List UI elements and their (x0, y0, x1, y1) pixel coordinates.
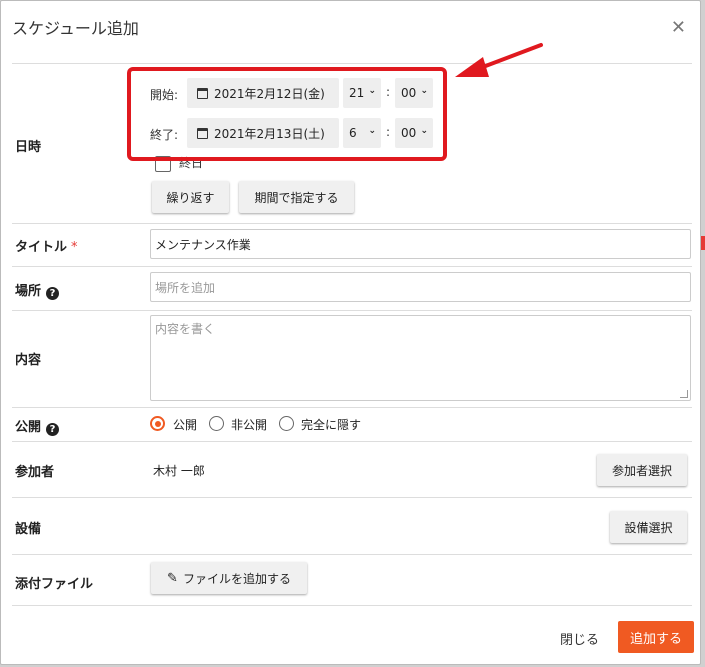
dialog-title: スケジュール追加 (12, 19, 139, 38)
background-marker (701, 236, 705, 250)
annotation-arrow-icon (455, 43, 543, 77)
divider (12, 605, 692, 606)
divider (12, 223, 692, 224)
radio-public-label: 公開 (173, 418, 198, 432)
participant-name: 木村 一郎 (153, 464, 205, 478)
help-icon[interactable]: ? (46, 287, 60, 300)
divider (12, 266, 692, 267)
visibility-label-text: 公開 (15, 420, 42, 435)
period-button[interactable]: 期間で指定する (239, 181, 354, 213)
title-label-text: タイトル (15, 240, 68, 255)
title-label: タイトル * (15, 236, 78, 255)
divider (12, 441, 692, 442)
repeat-button[interactable]: 繰り返す (152, 181, 229, 213)
equipment-label: 設備 (15, 522, 42, 537)
participants-label: 参加者 (15, 465, 55, 480)
resize-handle-icon[interactable] (680, 390, 688, 398)
required-mark: * (71, 240, 78, 255)
radio-hidden-label: 完全に隠す (301, 418, 362, 432)
radio-private[interactable] (209, 416, 224, 431)
content-textarea[interactable]: 内容を書く (150, 315, 691, 401)
title-input[interactable]: メンテナンス作業 (150, 229, 691, 259)
close-button[interactable]: 閉じる (560, 629, 599, 648)
close-icon[interactable]: ✕ (671, 19, 686, 37)
divider (12, 497, 692, 498)
content-placeholder: 内容を書く (155, 322, 216, 336)
add-file-button-label: ファイルを追加する (182, 571, 291, 586)
divider (12, 63, 692, 64)
radio-private-label: 非公開 (231, 418, 268, 432)
select-participants-button[interactable]: 参加者選択 (597, 454, 687, 486)
radio-public[interactable] (150, 416, 165, 431)
help-icon[interactable]: ? (46, 423, 60, 436)
add-file-button[interactable]: ✎ ファイルを追加する (151, 562, 307, 594)
visibility-label: 公開? (15, 416, 60, 436)
radio-hidden[interactable] (279, 416, 294, 431)
select-equipment-button[interactable]: 設備選択 (610, 511, 687, 543)
annotation-highlight-box (127, 67, 447, 161)
schedule-add-dialog: スケジュール追加 ✕ 日時 開始: 2021年2月12日(金) 21 ⌄ : 0… (0, 0, 701, 665)
datetime-label: 日時 (15, 140, 42, 155)
location-input[interactable]: 場所を追加 (150, 272, 691, 302)
divider (12, 310, 692, 311)
add-button[interactable]: 追加する (618, 621, 694, 653)
attachment-label: 添付ファイル (15, 577, 94, 592)
location-label: 場所? (15, 280, 60, 300)
divider (12, 554, 692, 555)
location-label-text: 場所 (15, 284, 42, 299)
content-label: 内容 (15, 353, 42, 368)
paperclip-icon: ✎ (167, 570, 178, 586)
divider (12, 407, 692, 408)
